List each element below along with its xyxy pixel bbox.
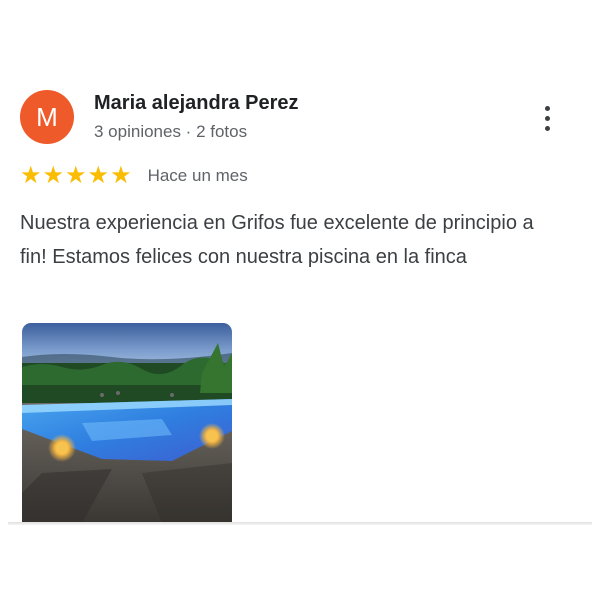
avatar-initial: M <box>36 101 58 132</box>
review-photo[interactable] <box>22 323 232 523</box>
pool-photo-image <box>22 323 232 523</box>
review-text: Nuestra experiencia en Grifos fue excele… <box>20 212 534 268</box>
more-vert-icon <box>544 105 550 111</box>
author-meta: 3 opiniones · 2 fotos <box>94 122 248 141</box>
star-icon: ★ <box>65 162 87 189</box>
divider <box>8 522 592 525</box>
rating-row: ★ ★ ★ ★ ★ Hace un mes <box>20 164 248 188</box>
star-rating: ★ ★ ★ ★ ★ <box>20 164 132 188</box>
star-icon: ★ <box>110 162 132 189</box>
star-icon: ★ <box>87 162 110 189</box>
review-date: Hace un mes <box>147 166 248 185</box>
more-options-button[interactable] <box>530 100 564 136</box>
star-icon: ★ <box>20 162 42 189</box>
avatar[interactable]: M <box>20 90 74 144</box>
star-icon: ★ <box>42 162 65 189</box>
author-name[interactable]: Maria alejandra Perez <box>94 92 299 115</box>
